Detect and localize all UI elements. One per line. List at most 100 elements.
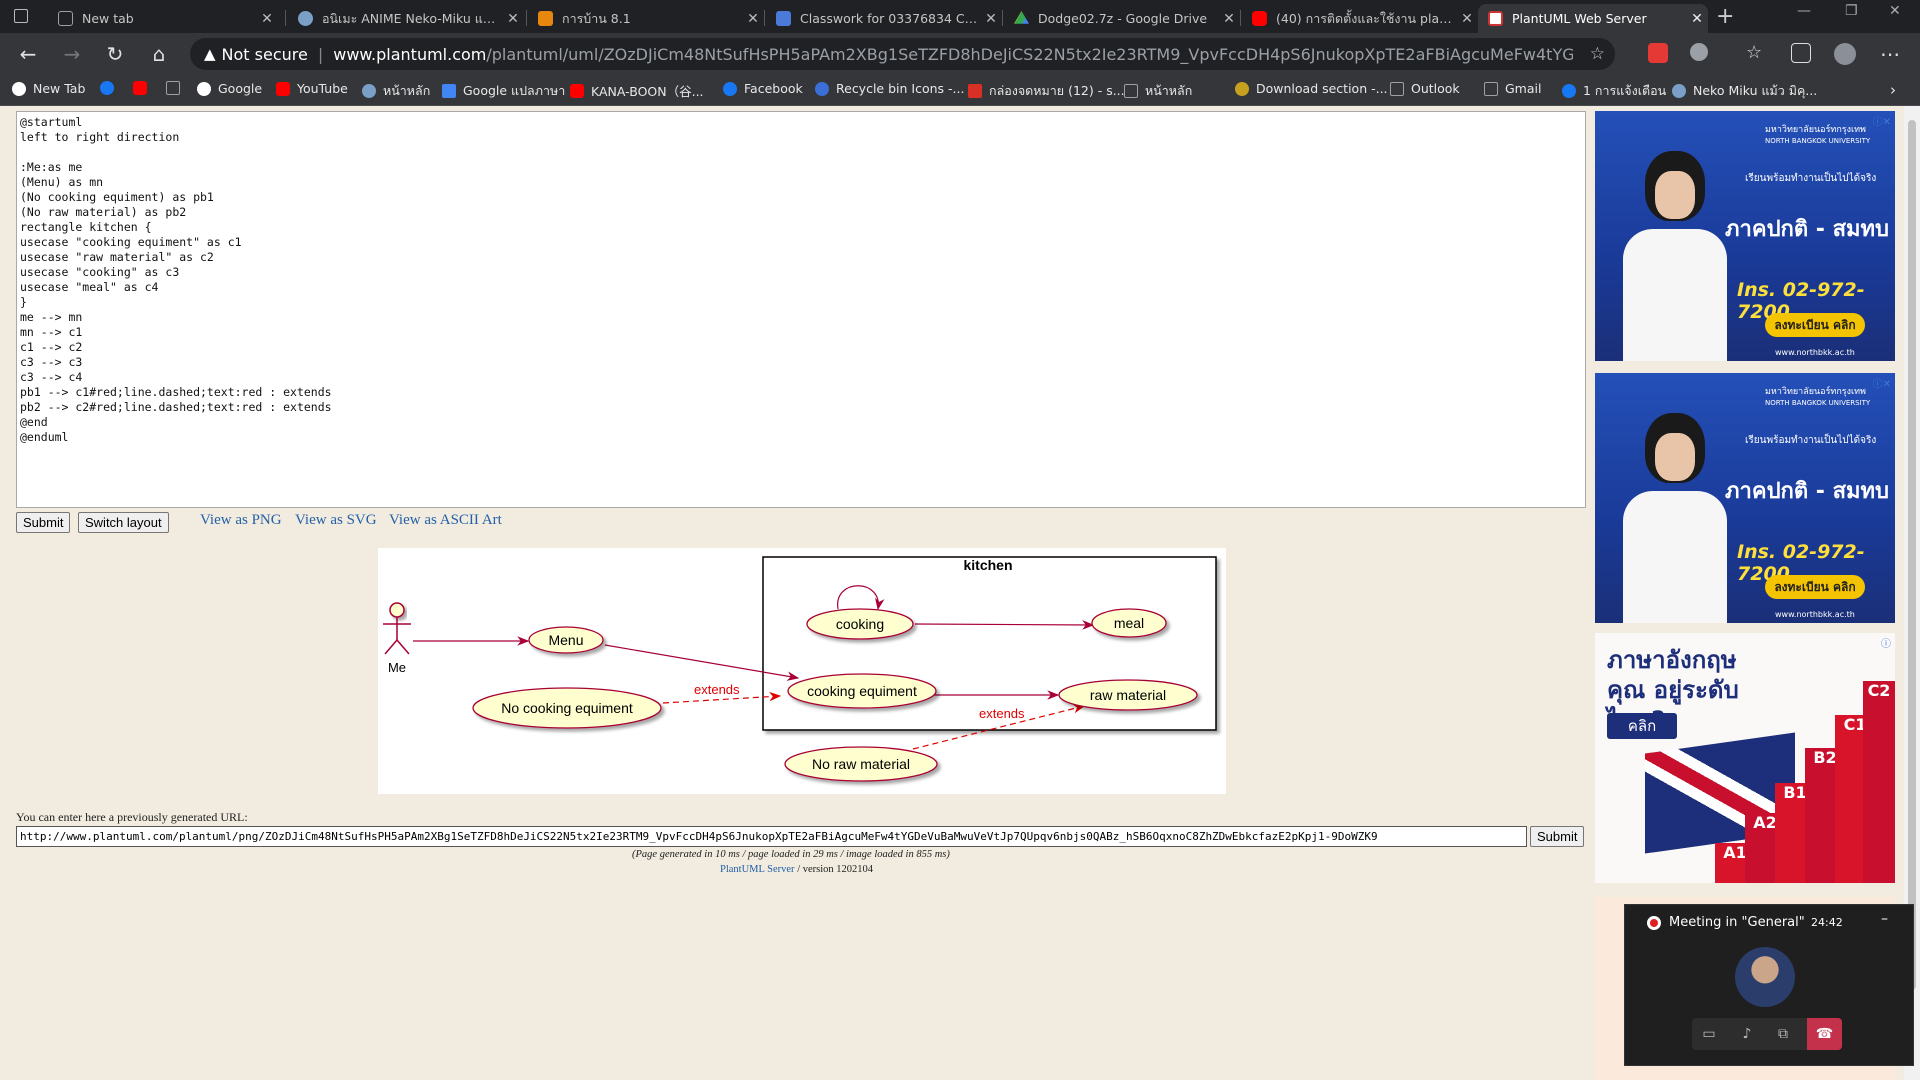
classroom-icon xyxy=(776,11,791,26)
bookmark-notifications[interactable]: 1 การแจ้งเตือน xyxy=(1562,81,1666,101)
view-as-svg-link[interactable]: View as SVG xyxy=(295,512,377,529)
address-bar[interactable]: ▲ Not secure | www.plantuml.com/plantuml… xyxy=(190,38,1615,70)
bookmark-facebook-icon[interactable] xyxy=(100,81,121,95)
tab-plantuml[interactable]: PlantUML Web Server ✕ xyxy=(1478,4,1708,33)
url-submit-button[interactable]: Submit xyxy=(1530,826,1585,847)
camera-off-icon[interactable]: ▭ xyxy=(1694,1022,1724,1046)
new-tab-button[interactable]: + xyxy=(1716,4,1734,29)
translate-icon xyxy=(442,84,456,98)
star-icon xyxy=(815,81,829,96)
bookmark-neko-miku[interactable]: Neko Miku แม้ว มิคุ... xyxy=(1672,81,1817,101)
page-icon xyxy=(166,81,180,95)
back-icon[interactable]: ← xyxy=(14,40,42,68)
ad-english-click-button[interactable]: คลิก xyxy=(1607,713,1677,739)
tab-anime[interactable]: อนิเมะ ANIME Neko-Miku แม้ว มิ ✕ xyxy=(288,4,524,33)
bookmark-gmail[interactable]: Gmail xyxy=(1484,81,1541,96)
restore-icon[interactable]: ❐ xyxy=(1845,3,1858,19)
usecase-no-raw-material: No raw material xyxy=(784,746,938,782)
bookmark-download-section[interactable]: Download section -... xyxy=(1235,81,1388,96)
kitchen-title: kitchen xyxy=(963,557,1012,573)
more-menu-icon[interactable]: ⋯ xyxy=(1876,40,1904,68)
uml-source-editor[interactable]: @startuml left to right direction :Me:as… xyxy=(16,111,1586,508)
globe-icon xyxy=(1672,84,1686,98)
bookmark-gmail-inbox[interactable]: กล่องจดหมาย (12) - s... xyxy=(968,81,1125,101)
tab-new-tab[interactable]: New tab ✕ xyxy=(48,4,278,33)
close-icon[interactable]: ✕ xyxy=(1456,11,1478,27)
close-window-icon[interactable]: ✕ xyxy=(1889,3,1901,19)
mic-off-icon[interactable]: ♪ xyxy=(1732,1022,1762,1046)
bookmark-new-tab[interactable]: New Tab xyxy=(12,81,85,96)
share-screen-icon[interactable]: ⧉ xyxy=(1768,1022,1798,1046)
bookmark-recycle-bin-icons[interactable]: Recycle bin Icons -... xyxy=(815,81,964,96)
ad-north-bangkok-university[interactable]: ⓘ✕ มหาวิทยาลัยนอร์ทกรุงเทพ NORTH BANGKOK … xyxy=(1595,111,1895,361)
page-stats: (Page generated in 10 ms / page loaded i… xyxy=(632,849,950,860)
avatar[interactable] xyxy=(1834,43,1856,65)
camera-icon[interactable] xyxy=(1690,43,1708,61)
favorites-icon[interactable]: ☆ xyxy=(1746,43,1766,63)
scrollbar-thumb[interactable] xyxy=(1908,120,1916,990)
collections-icon[interactable] xyxy=(1791,43,1811,63)
ad-english-level[interactable]: ⓘ ภาษาอังกฤษคุณ อยู่ระดับไหน? คลิก A1 A2… xyxy=(1595,633,1895,883)
browser-toolbar: ← → ↻ ⌂ ▲ Not secure | www.plantuml.com/… xyxy=(0,33,1920,75)
url-text[interactable]: www.plantuml.com/plantuml/uml/ZOzDJiCm48… xyxy=(333,45,1573,64)
view-as-png-link[interactable]: View as PNG xyxy=(200,512,282,529)
ad-close-icon[interactable]: ⓘ xyxy=(1881,635,1891,650)
close-icon[interactable]: ✕ xyxy=(1218,11,1240,27)
forward-icon[interactable]: → xyxy=(58,40,86,68)
close-icon[interactable]: ✕ xyxy=(502,11,524,27)
meeting-mini-window[interactable]: Meeting in "General" 24:42 – ▭ ♪ ⧉ ☎ xyxy=(1624,904,1914,1066)
warning-icon[interactable]: ▲ xyxy=(204,45,216,63)
tab-google-drive[interactable]: Dodge02.7z - Google Drive ✕ xyxy=(1004,4,1240,33)
download-icon xyxy=(1235,81,1249,96)
bookmark-google[interactable]: Google xyxy=(197,81,262,96)
view-as-ascii-link[interactable]: View as ASCII Art xyxy=(389,512,502,529)
minimize-icon[interactable]: – xyxy=(1881,911,1888,927)
ad-register-button[interactable]: ลงทะเบียน คลิก xyxy=(1765,575,1865,599)
ad-headline: เรียนพร้อมทำงานเป็นไปได้จริง xyxy=(1745,435,1877,446)
bookmark-page-icon[interactable] xyxy=(166,81,187,95)
close-icon[interactable]: ✕ xyxy=(256,11,278,27)
drive-icon xyxy=(1014,11,1029,24)
hang-up-button[interactable]: ☎ xyxy=(1807,1018,1842,1050)
bookmark-star-icon[interactable]: ☆ xyxy=(1590,44,1605,64)
ad-north-bangkok-university-2[interactable]: ⓘ✕ มหาวิทยาลัยนอร์ทกรุงเทพ NORTH BANGKOK … xyxy=(1595,373,1895,623)
switch-layout-button[interactable]: Switch layout xyxy=(78,512,169,533)
close-icon[interactable]: ✕ xyxy=(980,11,1002,27)
plantuml-server-link[interactable]: PlantUML Server xyxy=(720,864,795,875)
bookmark-google-translate[interactable]: Google แปลภาษา xyxy=(442,81,565,101)
bookmark-home[interactable]: หน้าหลัก xyxy=(362,81,430,101)
youtube-icon xyxy=(1252,11,1267,26)
participant-avatar xyxy=(1735,947,1795,1007)
close-icon[interactable]: ✕ xyxy=(1686,11,1708,27)
page-icon xyxy=(58,11,73,26)
extends-label-1: extends xyxy=(694,682,740,697)
usecase-cooking-equiment: cooking equiment xyxy=(787,673,937,709)
chevron-right-icon[interactable]: › xyxy=(1890,81,1896,99)
tab-classwork[interactable]: Classwork for 03376834 Compu ✕ xyxy=(766,4,1002,33)
ad-close-icon[interactable]: ⓘ✕ xyxy=(1873,113,1891,128)
reload-icon[interactable]: ↻ xyxy=(101,40,129,68)
previous-url-input[interactable]: http://www.plantuml.com/plantuml/png/ZOz… xyxy=(16,826,1527,847)
google-icon xyxy=(12,81,26,96)
security-label[interactable]: Not secure xyxy=(222,45,308,64)
submit-button[interactable]: Submit xyxy=(16,512,71,533)
extension-icon[interactable] xyxy=(1648,43,1668,63)
uml-diagram-image: kitchen Me extends extends Menu No cooki… xyxy=(378,548,1226,794)
svg-text:Menu: Menu xyxy=(548,632,583,648)
bookmark-kana-boon[interactable]: KANA-BOON（谷... xyxy=(570,81,704,100)
bookmark-youtube-icon[interactable] xyxy=(133,81,154,95)
minimize-icon[interactable]: — xyxy=(1797,3,1811,19)
tab-homework[interactable]: การบ้าน 8.1 ✕ xyxy=(528,4,764,33)
tab-search-icon[interactable] xyxy=(14,9,28,23)
bookmark-facebook[interactable]: Facebook xyxy=(723,81,803,96)
ad-register-button[interactable]: ลงทะเบียน คลิก xyxy=(1765,313,1865,337)
bookmark-youtube[interactable]: YouTube xyxy=(276,81,348,96)
google-icon xyxy=(197,81,211,96)
ad-close-icon[interactable]: ⓘ✕ xyxy=(1873,375,1891,390)
bookmark-home-2[interactable]: หน้าหลัก xyxy=(1124,81,1192,101)
usecase-menu: Menu xyxy=(528,626,604,654)
home-icon[interactable]: ⌂ xyxy=(145,40,173,68)
close-icon[interactable]: ✕ xyxy=(742,11,764,27)
tab-youtube[interactable]: (40) การติดตั้งและใช้งาน plantuml ✕ xyxy=(1242,4,1478,33)
bookmark-outlook[interactable]: Outlook xyxy=(1390,81,1460,96)
